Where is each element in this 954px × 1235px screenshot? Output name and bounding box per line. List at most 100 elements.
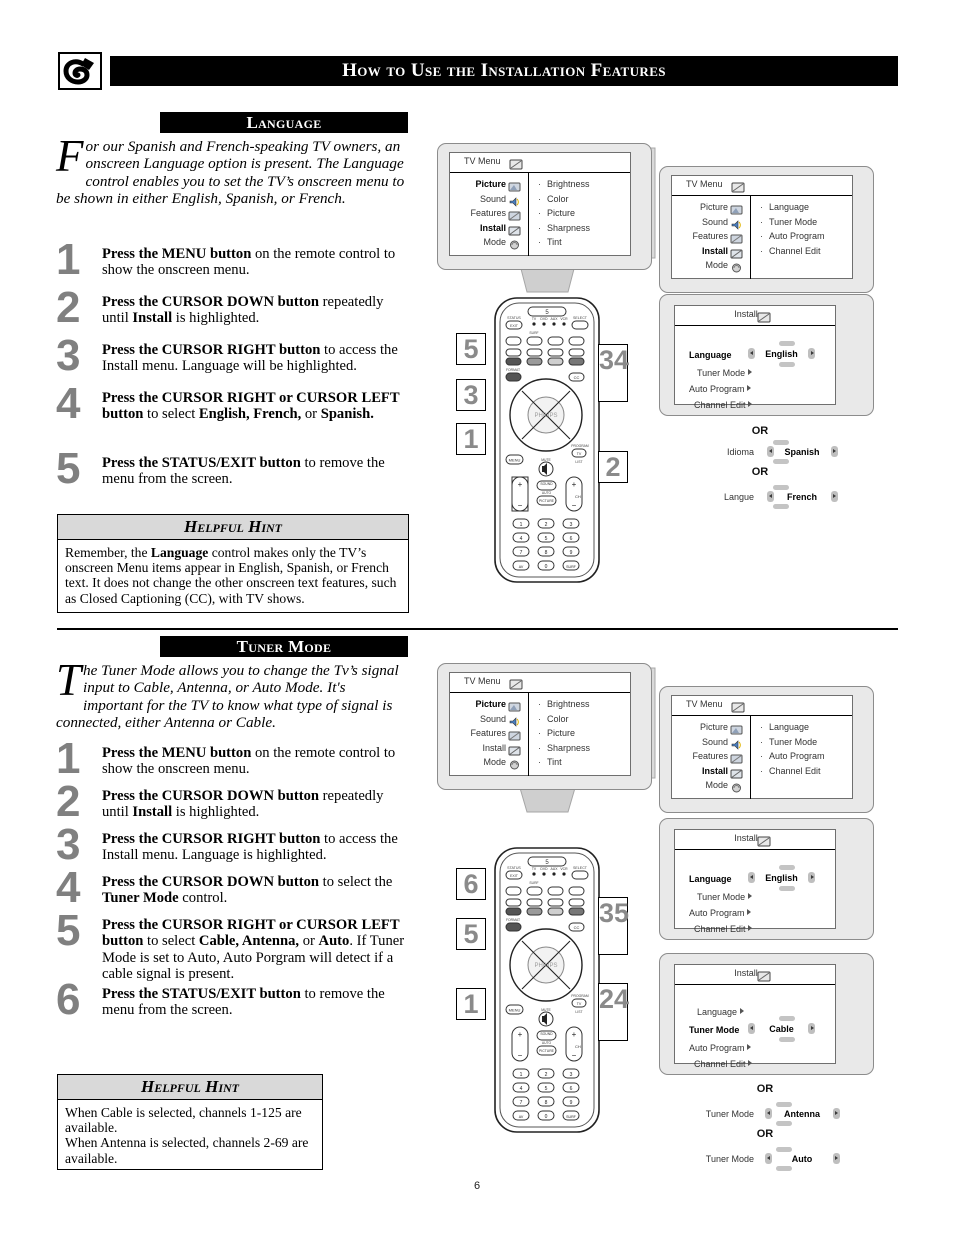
install-row-language[interactable]: Language (697, 1007, 744, 1017)
tv-menu-right-items: · Brightness · Color · Picture · Sharpness ·… (538, 699, 628, 772)
svg-text:STATUS: STATUS (507, 866, 521, 870)
callout-number-group: 35 (598, 897, 629, 955)
svg-text:+: + (518, 1030, 523, 1039)
menu-item[interactable]: · Channel Edit (760, 766, 850, 781)
svg-text:LIST: LIST (575, 1010, 582, 1014)
svg-text:AV: AV (519, 1115, 524, 1119)
svg-text:8: 8 (545, 1100, 548, 1106)
menu-item[interactable]: Picture (676, 722, 728, 737)
svg-text:CC: CC (574, 925, 580, 930)
alt-row-tuner-auto: Tuner Mode Auto (688, 1153, 840, 1164)
svg-text:9: 9 (570, 1100, 573, 1106)
alt-row-tuner-antenna: Tuner Mode Antenna (688, 1108, 840, 1119)
svg-text:7: 7 (520, 1100, 523, 1106)
svg-text:SURF: SURF (529, 881, 538, 885)
callout-number: 5 (456, 918, 486, 950)
svg-text:SOUND: SOUND (540, 1032, 553, 1036)
svg-text:DVD: DVD (540, 867, 548, 871)
right-arrow-icon[interactable] (808, 872, 816, 883)
down-indicator (776, 1121, 792, 1126)
menu-icons (730, 722, 743, 795)
menu-item[interactable]: Install (676, 766, 728, 781)
install-header: Install (675, 965, 835, 985)
tv-icon (731, 700, 745, 713)
menu-item[interactable]: · Picture (538, 728, 628, 743)
install-row-language[interactable]: Language (689, 874, 732, 884)
svg-text:−: − (572, 1051, 577, 1060)
svg-text:EXIT: EXIT (510, 874, 519, 878)
install-row-auto-program[interactable]: Auto Program (689, 1043, 752, 1053)
install-row-tuner-mode[interactable]: Tuner Mode (697, 892, 752, 902)
menu-item[interactable]: Install (454, 743, 506, 758)
install-icon (757, 969, 771, 982)
svg-text:6: 6 (570, 1086, 573, 1092)
menu-item[interactable]: · Brightness (538, 699, 628, 714)
menu-item[interactable]: · Auto Program (760, 751, 850, 766)
svg-text:CH: CH (575, 1044, 581, 1049)
manual-page: How to Use the Installation Features Lan… (0, 0, 954, 1235)
menu-item[interactable]: · Tuner Mode (760, 737, 850, 752)
menu-item[interactable]: Sound (676, 737, 728, 752)
svg-text:5: 5 (545, 1086, 548, 1092)
menu-item[interactable]: Features (676, 751, 728, 766)
svg-text:VCR: VCR (560, 867, 568, 871)
svg-text:FORMAT: FORMAT (506, 918, 520, 922)
or-label: OR (756, 1128, 774, 1140)
svg-text:PICTURE: PICTURE (539, 1049, 555, 1053)
svg-text:3: 3 (570, 1072, 573, 1078)
menu-item[interactable]: · Color (538, 714, 628, 729)
menu-item[interactable]: Mode (676, 780, 728, 795)
left-arrow-icon[interactable] (764, 1108, 772, 1119)
install-row-tuner-mode[interactable]: Tuner Mode (689, 1025, 739, 1035)
menu-item[interactable]: Sound (454, 714, 506, 729)
svg-text:TV: TV (532, 867, 537, 871)
svg-text:SELECT: SELECT (573, 866, 588, 870)
svg-text:MUTE: MUTE (541, 1008, 551, 1012)
svg-text:PHILIPS: PHILIPS (534, 963, 557, 969)
svg-text:0: 0 (545, 1114, 548, 1120)
up-indicator (779, 865, 795, 870)
svg-text:PROGRAM: PROGRAM (571, 994, 589, 998)
install-row-channel-edit[interactable]: Channel Edit (694, 924, 753, 934)
page-number: 6 (473, 1180, 481, 1192)
svg-text:1: 1 (520, 1072, 523, 1078)
tv-icon (509, 677, 523, 690)
menu-item[interactable]: Picture (454, 699, 506, 714)
svg-text:4: 4 (520, 1086, 523, 1092)
tv-menu-left-items: Picture Sound Features Install Mode (454, 699, 506, 772)
left-arrow-icon[interactable] (748, 1023, 755, 1034)
install-icon (757, 834, 771, 847)
install-panel-language-2: Install Language Tuner Mode Auto Program… (659, 818, 874, 940)
menu-item[interactable]: Mode (454, 757, 506, 772)
install-row-channel-edit[interactable]: Channel Edit (694, 1059, 753, 1069)
tv-menu-right-items: · Language · Tuner Mode · Auto Program · Cha… (760, 722, 850, 780)
svg-text:2: 2 (545, 1072, 548, 1078)
tuner-mode-value-selector[interactable]: Cable (748, 1023, 816, 1034)
menu-item[interactable]: · Sharpness (538, 743, 628, 758)
language-value-selector[interactable]: English (748, 872, 816, 883)
svg-text:AUTO: AUTO (542, 1041, 552, 1045)
left-arrow-icon[interactable] (748, 872, 755, 883)
callout-number-group: 24 (598, 983, 629, 1041)
menu-item[interactable]: Features (454, 728, 506, 743)
menu-icons (508, 699, 521, 772)
menu-item[interactable]: · Language (760, 722, 850, 737)
tv-menu-panel-main-2: TV Menu Picture Sound Features Install M… (437, 663, 652, 790)
down-indicator (779, 886, 795, 891)
install-row-auto-program[interactable]: Auto Program (689, 908, 752, 918)
install-panel-tuner-mode: Install Language Tuner Mode Auto Program… (659, 953, 874, 1075)
up-indicator (776, 1102, 792, 1107)
tv-menu-panel-install-selected-2: TV Menu Picture Sound Features Install M… (659, 686, 874, 813)
right-arrow-icon[interactable] (808, 1023, 816, 1034)
menu-item[interactable]: · Tint (538, 757, 628, 772)
svg-text:SURF: SURF (566, 1115, 577, 1119)
install-header: Install (675, 830, 835, 850)
up-indicator (779, 1016, 795, 1021)
svg-text:TV: TV (577, 1002, 582, 1006)
up-indicator (776, 1147, 792, 1152)
svg-text:MENU: MENU (509, 1008, 521, 1013)
remote-control-bottom: 5 STATUS EXIT SELECT TVDVDAUXVCR SURF (492, 845, 602, 1140)
right-arrow-icon[interactable] (832, 1108, 840, 1119)
right-arrow-icon[interactable] (832, 1153, 840, 1164)
left-arrow-icon[interactable] (764, 1153, 772, 1164)
